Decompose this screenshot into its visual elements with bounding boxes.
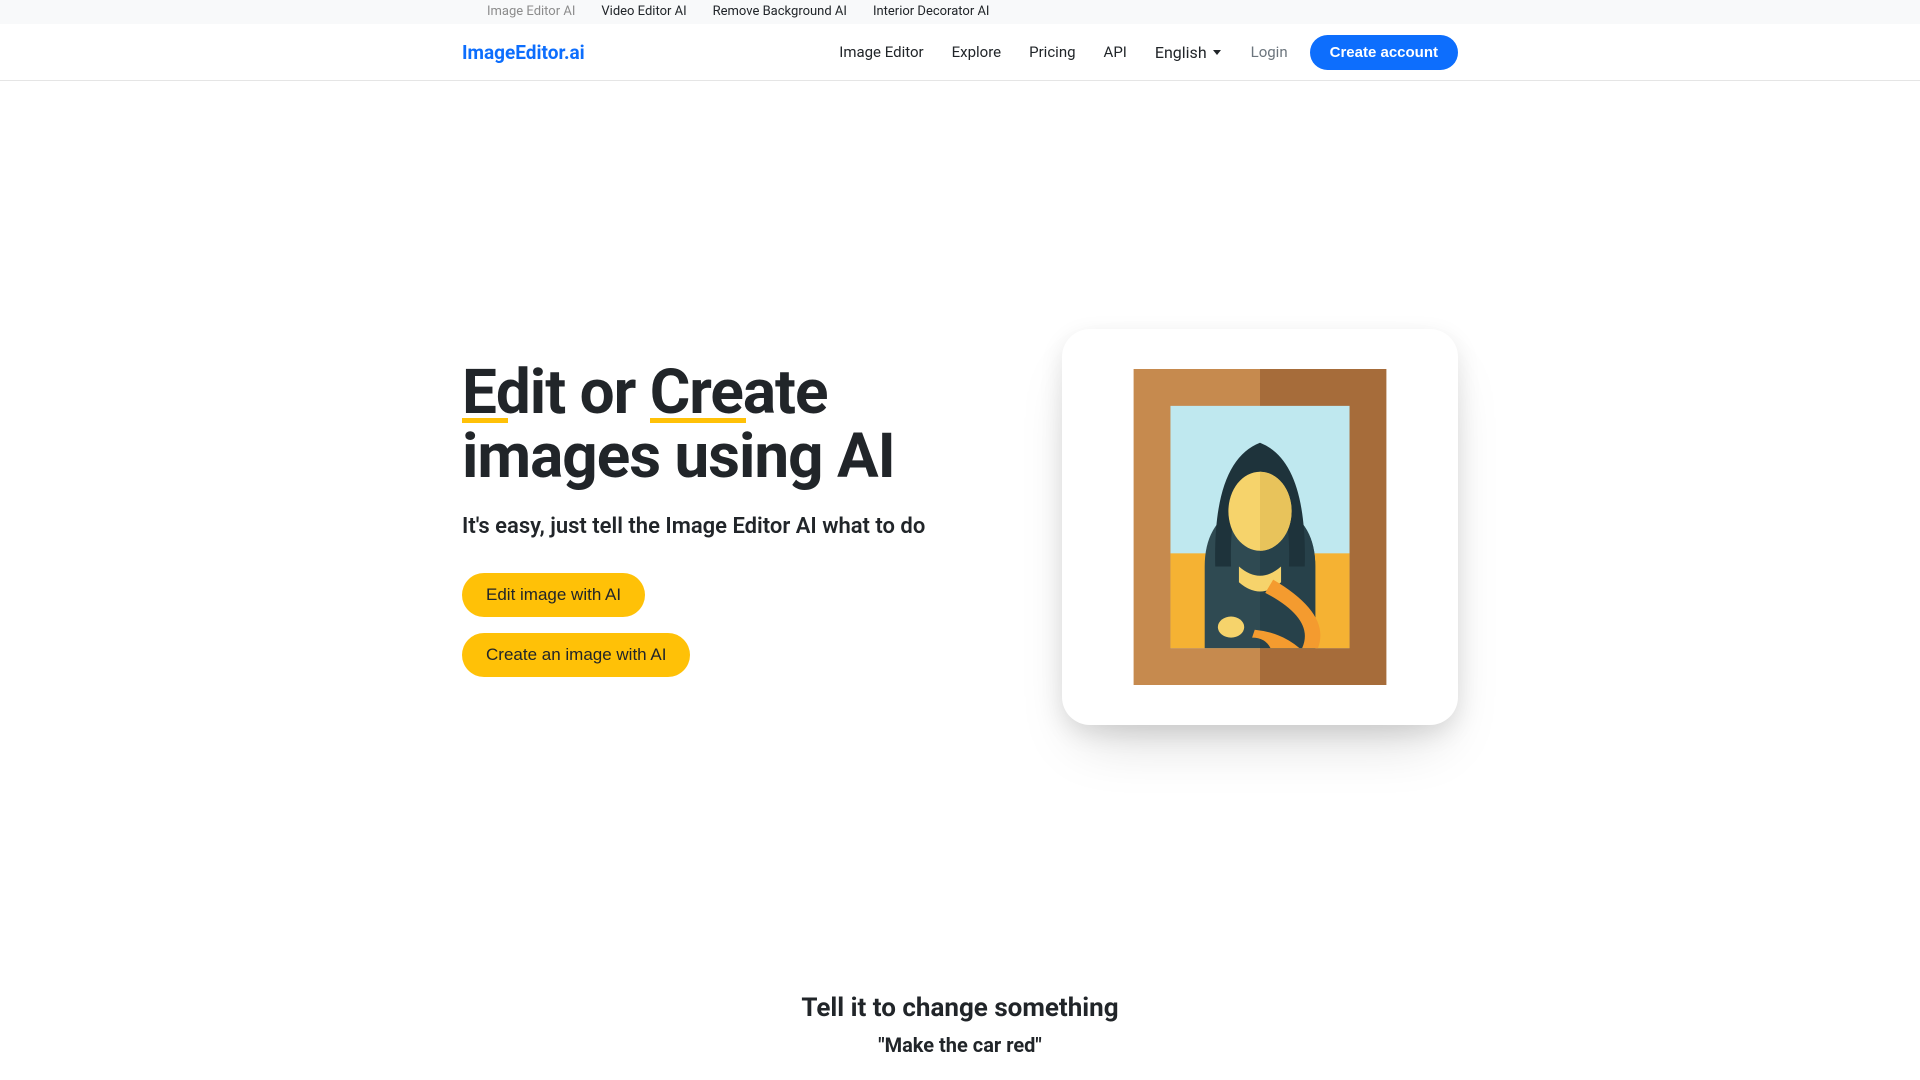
nav-language-dropdown[interactable]: English — [1155, 43, 1221, 62]
brand-logo[interactable]: ImageEditor.ai — [462, 41, 585, 64]
create-account-button[interactable]: Create account — [1310, 35, 1458, 70]
hero-subtitle: It's easy, just tell the Image Editor AI… — [462, 514, 1022, 539]
nav-login[interactable]: Login — [1251, 43, 1288, 61]
top-bar: Image Editor AI Video Editor AI Remove B… — [0, 0, 1920, 24]
edit-image-button[interactable]: Edit image with AI — [462, 573, 645, 617]
chevron-down-icon — [1213, 50, 1221, 55]
nav-pricing[interactable]: Pricing — [1029, 43, 1075, 61]
hero-title: Edit or Create images using AI — [462, 361, 1022, 487]
topnav-image-editor-ai[interactable]: Image Editor AI — [487, 2, 575, 22]
nav-image-editor[interactable]: Image Editor — [839, 43, 923, 61]
nav-explore[interactable]: Explore — [952, 43, 1002, 61]
hero-title-create-underline: Cre — [650, 361, 743, 424]
hero: Edit or Create images using AI It's easy… — [462, 81, 1458, 725]
topnav-remove-background-ai[interactable]: Remove Background AI — [713, 2, 847, 22]
nav-api[interactable]: API — [1104, 43, 1127, 61]
topnav-video-editor-ai[interactable]: Video Editor AI — [601, 2, 686, 22]
mona-lisa-icon — [1133, 369, 1387, 685]
navbar: ImageEditor.ai Image Editor Explore Pric… — [0, 24, 1920, 81]
section-change-something: Tell it to change something "Make the ca… — [0, 993, 1920, 1057]
nav-language-label: English — [1155, 43, 1207, 62]
hero-title-edit-underline: E — [462, 361, 496, 424]
create-image-button[interactable]: Create an image with AI — [462, 633, 690, 677]
section2-quote: "Make the car red" — [0, 1033, 1920, 1057]
topnav-interior-decorator-ai[interactable]: Interior Decorator AI — [873, 2, 990, 22]
hero-image-card — [1062, 329, 1458, 725]
section2-heading: Tell it to change something — [0, 993, 1920, 1023]
